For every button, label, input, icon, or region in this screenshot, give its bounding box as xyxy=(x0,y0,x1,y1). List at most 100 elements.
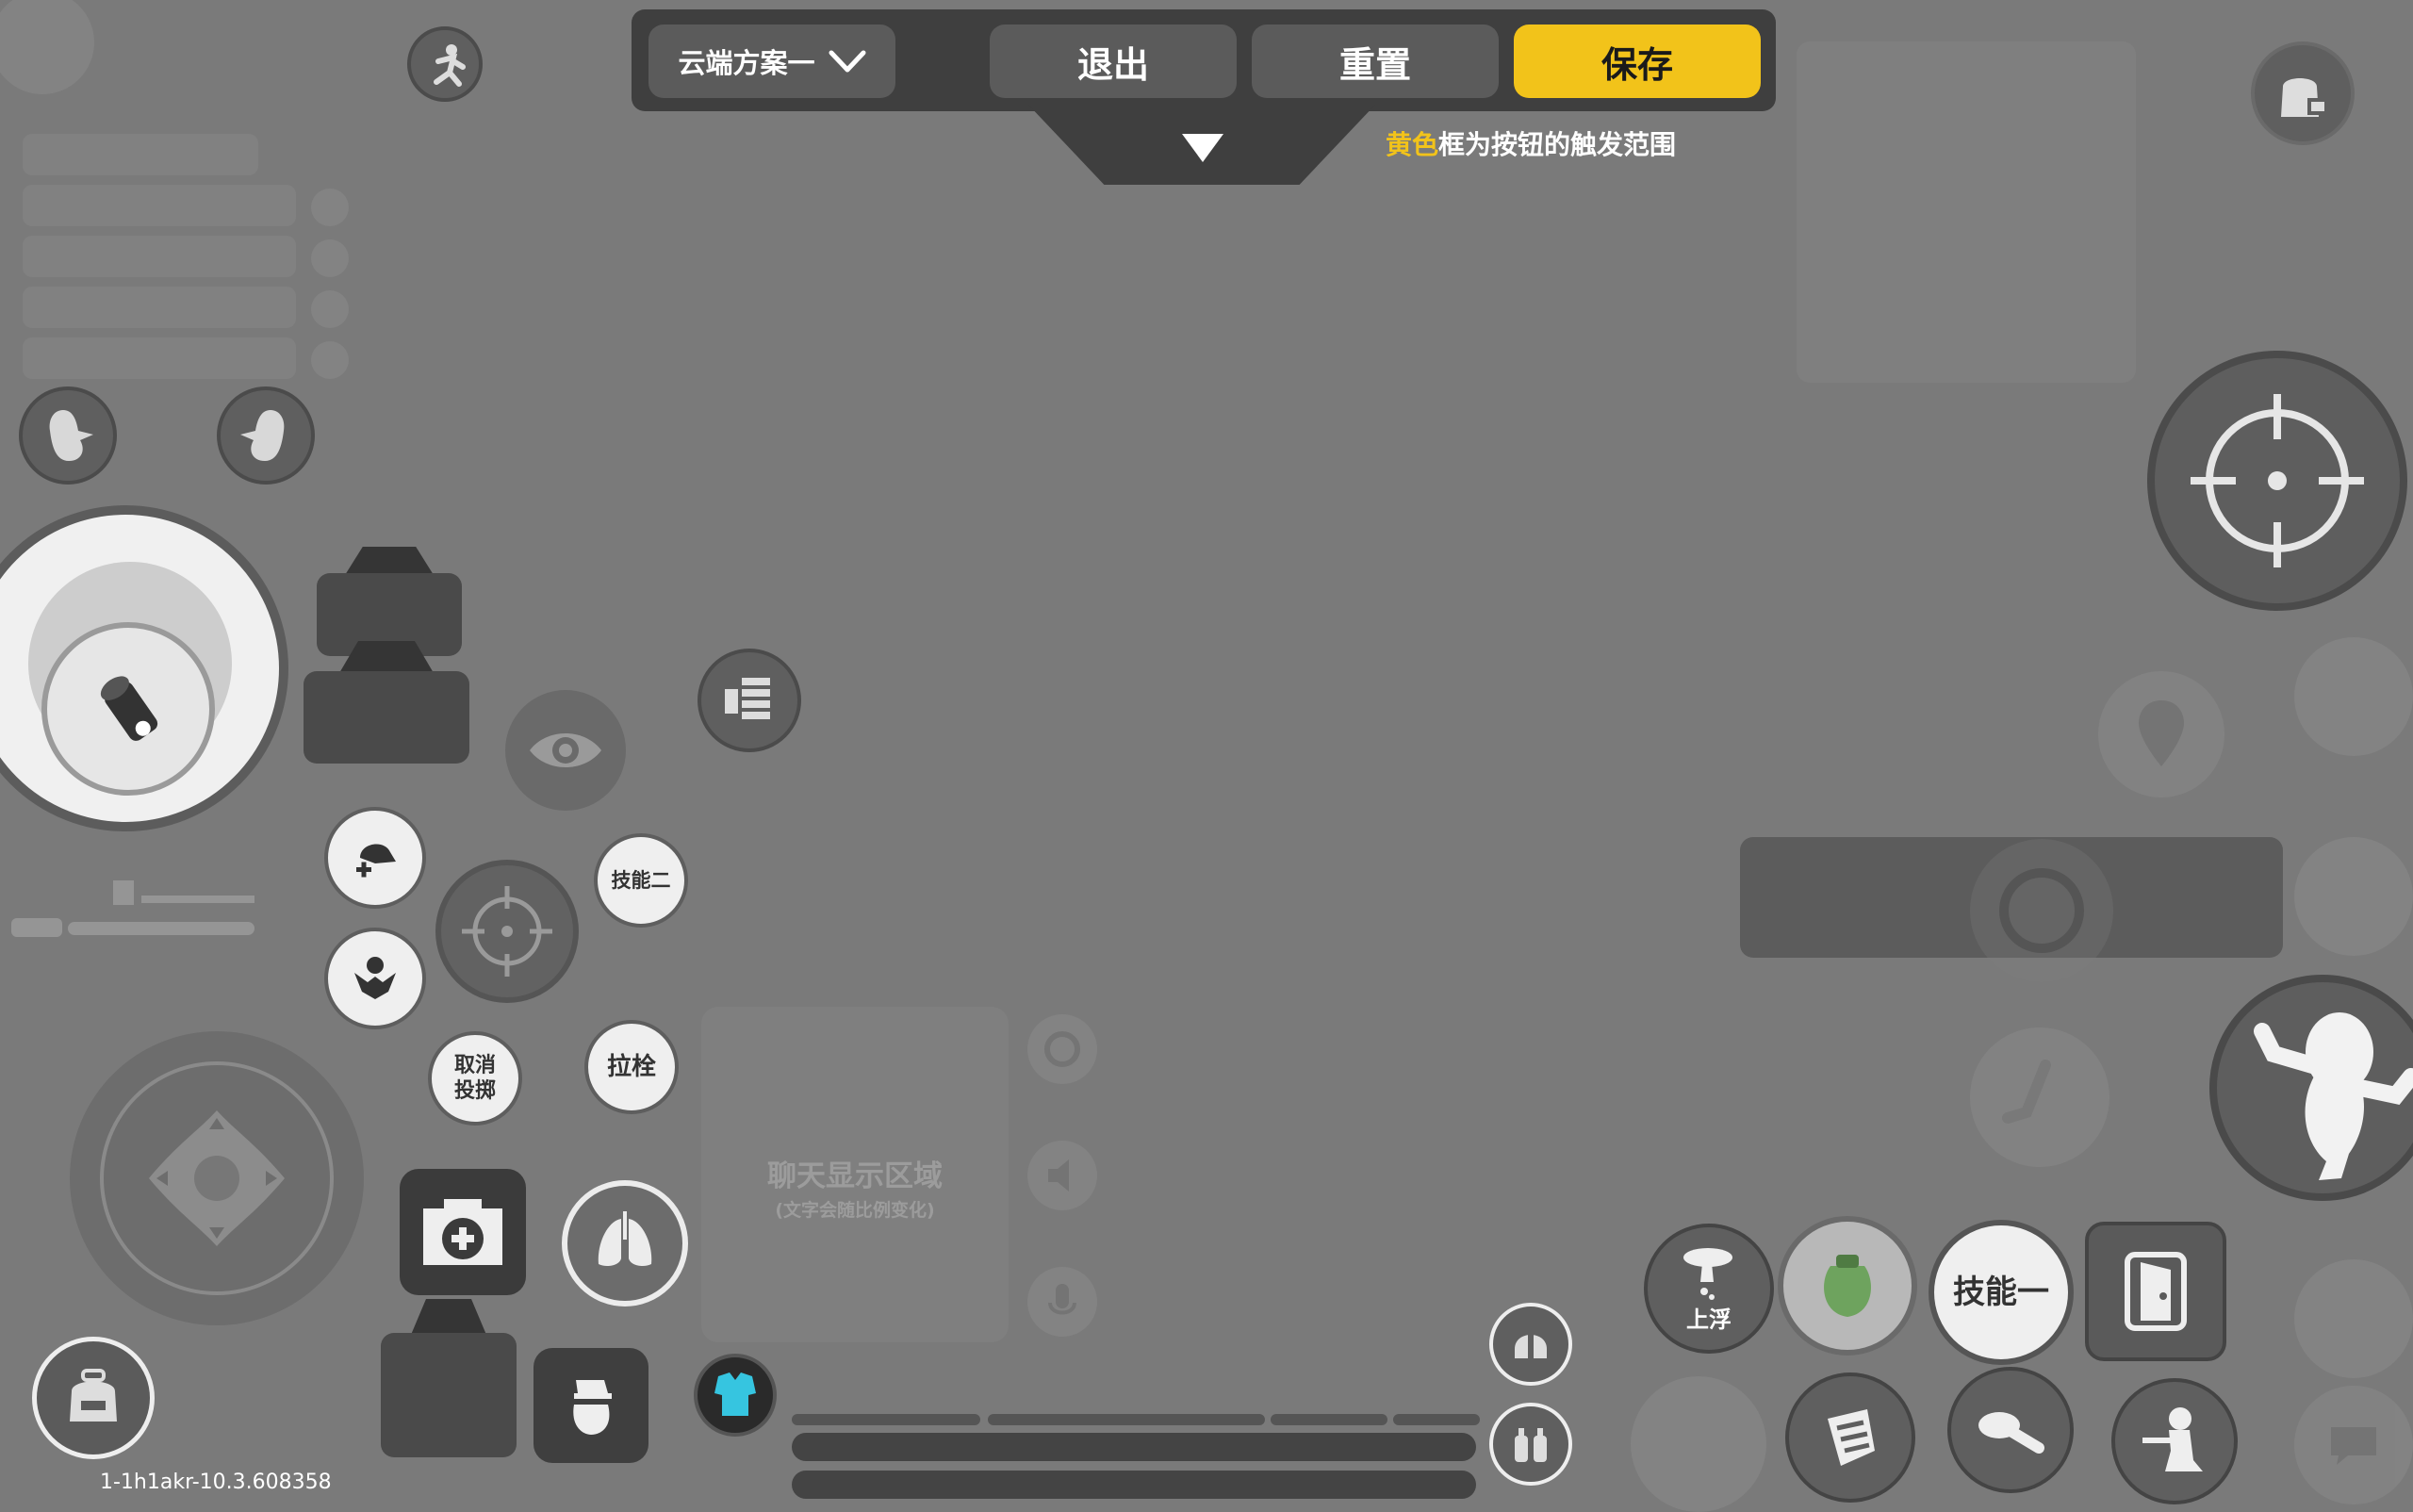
player-energy-bar xyxy=(792,1471,1476,1499)
weapon-slot-body xyxy=(381,1333,517,1457)
chat-display-label: 聊天显示区域 (文字会随比例变化) xyxy=(701,1152,1009,1222)
diving-man-icon xyxy=(1978,1412,2044,1454)
player-health-bar xyxy=(792,1433,1476,1461)
melee-button[interactable] xyxy=(2294,1259,2413,1378)
door-button[interactable] xyxy=(2085,1222,2226,1361)
reload-button[interactable] xyxy=(1785,1372,1915,1503)
microphone-button[interactable] xyxy=(1027,1267,1097,1337)
cancel-throw-label: 取消 投掷 xyxy=(453,1053,496,1104)
team-list-header xyxy=(23,134,258,175)
team-list-row xyxy=(23,337,296,379)
minimap-area[interactable] xyxy=(1797,41,2136,383)
crosshair-icon xyxy=(2191,394,2364,567)
aim-button-large[interactable] xyxy=(2147,351,2407,611)
lean-right-icon xyxy=(240,410,285,461)
bag-drop-icon xyxy=(2281,78,2328,117)
float-up-button[interactable]: 上浮 xyxy=(1644,1224,1774,1354)
map-marker-button[interactable] xyxy=(2098,671,2224,797)
fire-button-core[interactable] xyxy=(41,622,215,796)
weapon-slot-tab xyxy=(339,641,434,673)
skill-two-label: 技能二 xyxy=(611,868,671,892)
lean-left-icon xyxy=(49,410,93,461)
save-button[interactable]: 保存 xyxy=(1514,25,1761,98)
helmet-button[interactable] xyxy=(1489,1303,1572,1386)
prone-dive-button[interactable] xyxy=(1947,1367,2074,1493)
sprint-toggle-button[interactable] xyxy=(407,26,483,102)
lean-right-button[interactable] xyxy=(217,386,315,485)
exit-button[interactable]: 退出 xyxy=(990,25,1237,98)
drinks-button[interactable] xyxy=(1489,1403,1572,1486)
gear-icon xyxy=(1044,1031,1080,1067)
collapse-arrow-icon[interactable] xyxy=(1180,132,1225,166)
teammate-health-bar xyxy=(1271,1414,1387,1425)
lean-left-button[interactable] xyxy=(19,386,117,485)
lungs-icon xyxy=(598,1211,652,1266)
scheme-dropdown[interactable]: 云端方案一 xyxy=(648,25,895,98)
swim-button[interactable] xyxy=(2294,837,2413,956)
reset-button[interactable]: 重置 xyxy=(1252,25,1499,98)
free-look-button[interactable] xyxy=(505,690,626,811)
pull-bolt-button[interactable]: 拉栓 xyxy=(584,1020,679,1114)
chat-settings-button[interactable] xyxy=(1027,1014,1097,1084)
ammo-box-icon xyxy=(1828,1409,1875,1466)
chevron-down-icon xyxy=(829,50,865,73)
weapon-slot-primary[interactable] xyxy=(317,547,462,656)
hint-text: 框为按钮的触发范围 xyxy=(1438,129,1677,160)
crouch-aim-button[interactable] xyxy=(2111,1378,2238,1504)
bottles-icon xyxy=(1515,1428,1547,1462)
jumping-man-icon xyxy=(2254,1012,2413,1180)
avatar[interactable] xyxy=(0,0,94,94)
team-list-row xyxy=(23,185,296,226)
weapon-slot-tab xyxy=(411,1299,486,1335)
speaker-button[interactable] xyxy=(1027,1141,1097,1210)
hold-breath-button[interactable] xyxy=(562,1180,688,1307)
team-indicator xyxy=(311,189,349,226)
trigger-range-hint: 黄色框为按钮的触发范围 xyxy=(1386,124,1676,162)
pull-bolt-label: 拉栓 xyxy=(606,1052,656,1081)
skill-one-label: 技能一 xyxy=(1953,1273,2049,1311)
chat-display-title: 聊天显示区域 xyxy=(767,1159,943,1193)
item-wheel-button[interactable] xyxy=(1631,1376,1766,1512)
throwable-select-button[interactable] xyxy=(1778,1216,1917,1356)
supply-sack-icon xyxy=(1824,1255,1871,1317)
float-up-icon xyxy=(1683,1247,1732,1300)
grenade-icon xyxy=(573,1380,612,1435)
armor-button[interactable] xyxy=(694,1354,777,1437)
bullet-icon xyxy=(100,676,158,741)
door-icon xyxy=(2125,1252,2187,1331)
quick-chat-button[interactable] xyxy=(2294,1386,2413,1504)
steering-wheel-button[interactable] xyxy=(1970,839,2113,982)
grenade-button[interactable] xyxy=(533,1348,648,1463)
cancel-throw-button[interactable]: 取消 投掷 xyxy=(428,1031,522,1126)
hint-highlight: 黄色 xyxy=(1386,129,1439,160)
prone-button[interactable] xyxy=(324,928,426,1029)
location-pin-icon xyxy=(2139,700,2184,766)
speaker-icon xyxy=(1048,1159,1069,1192)
seat-button[interactable] xyxy=(1970,1027,2109,1167)
crouch-plus-icon xyxy=(356,844,396,878)
team-list-row xyxy=(23,236,296,277)
peek-button[interactable] xyxy=(2294,637,2413,756)
version-label: 1-1h1akr-10.3.608358 xyxy=(100,1471,332,1494)
skill-two-button[interactable]: 技能二 xyxy=(594,833,688,928)
armor-vest-icon xyxy=(714,1372,756,1416)
weapon-slot-secondary[interactable] xyxy=(304,641,469,764)
fuel-gauge-icon xyxy=(11,880,254,937)
chat-bubble-icon xyxy=(2331,1427,2376,1465)
medkit-button[interactable] xyxy=(400,1169,526,1295)
skill-one-button[interactable]: 技能一 xyxy=(1929,1220,2074,1365)
running-man-icon xyxy=(434,44,466,87)
weapon-slot-throwable[interactable] xyxy=(381,1299,517,1457)
magazine-button[interactable] xyxy=(698,649,801,752)
crouching-soldier-icon xyxy=(2142,1407,2203,1471)
chat-display-subtitle: (文字会随比例变化) xyxy=(775,1200,935,1221)
team-indicator xyxy=(311,341,349,379)
dpad-icon xyxy=(149,1110,285,1246)
jump-button[interactable] xyxy=(2209,975,2413,1201)
eye-icon xyxy=(530,733,601,767)
aim-button-small[interactable] xyxy=(435,860,579,1003)
crouch-heal-button[interactable] xyxy=(324,807,426,909)
backpack-drop-button[interactable] xyxy=(2251,41,2355,145)
magazine-icon xyxy=(725,678,770,719)
backpack-button[interactable] xyxy=(32,1337,155,1459)
